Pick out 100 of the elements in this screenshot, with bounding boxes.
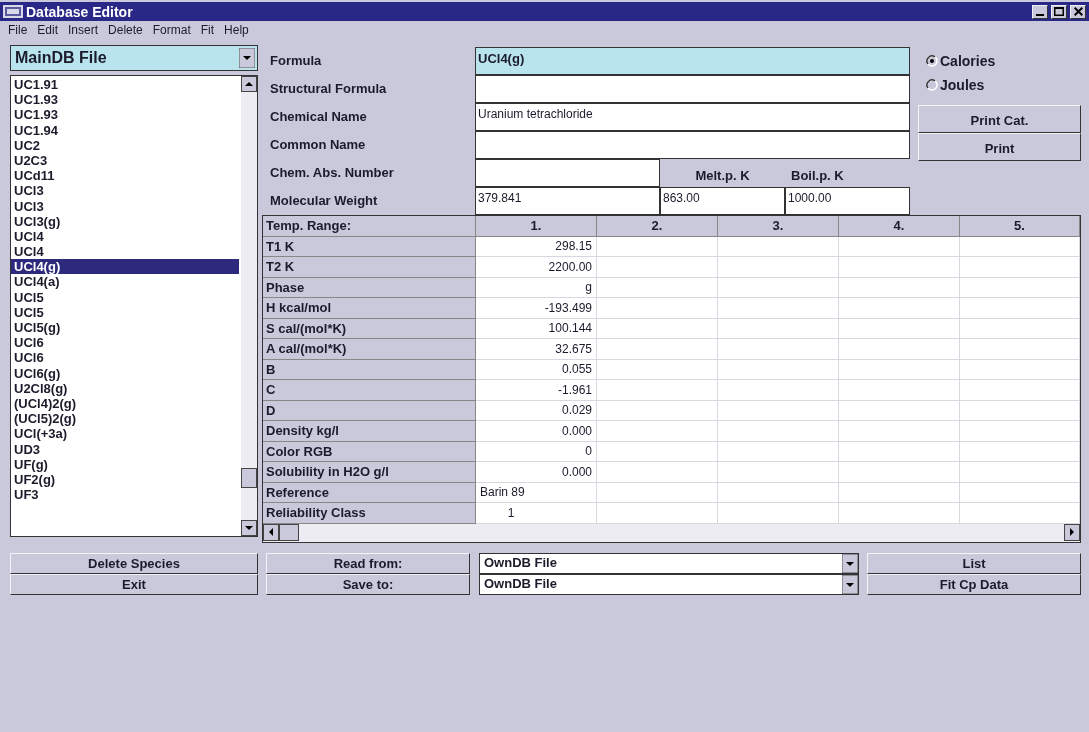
action-button[interactable]: Print Cat.: [918, 105, 1081, 133]
row-header: S cal/(mol*K): [263, 318, 476, 339]
species-item[interactable]: UC1.93: [11, 92, 239, 108]
action-button[interactable]: Print: [918, 133, 1081, 161]
column-header: 2.: [597, 216, 718, 237]
file-dropdown[interactable]: OwnDB File: [479, 573, 859, 595]
species-item[interactable]: UF3: [11, 487, 239, 503]
column-header: Temp. Range:: [263, 216, 476, 237]
species-item[interactable]: UCd11: [11, 168, 239, 184]
species-item[interactable]: UCl5: [11, 289, 239, 305]
table-cell: 0.000: [476, 421, 597, 442]
species-item[interactable]: UCl5(g): [11, 320, 239, 336]
column-header: 3.: [718, 216, 839, 237]
radio-option[interactable]: Calories: [918, 49, 1081, 73]
table-cell: 0: [476, 441, 597, 462]
minimize-icon: [1036, 14, 1044, 16]
dropdown-arrow-icon: [842, 553, 858, 573]
close-button[interactable]: [1070, 4, 1086, 19]
table-cell: 100.144: [476, 318, 597, 339]
text-field[interactable]: [475, 159, 660, 187]
species-item[interactable]: UCl4(g): [11, 259, 239, 275]
species-item[interactable]: UCl6: [11, 350, 239, 366]
menu-item[interactable]: Format: [152, 21, 191, 39]
scrollbar-thumb[interactable]: [241, 468, 257, 488]
maximize-icon: [1054, 7, 1064, 16]
species-item[interactable]: UCl6: [11, 335, 239, 351]
species-item[interactable]: UCl3: [11, 198, 239, 214]
text-field[interactable]: Uranium tetrachloride: [475, 103, 910, 131]
field-label: Structural Formula: [269, 80, 388, 99]
species-item[interactable]: UCl3: [11, 183, 239, 199]
row-header: Solubility in H2O g/l: [263, 462, 476, 483]
text-field[interactable]: [475, 131, 910, 159]
menu-item[interactable]: Insert: [68, 21, 99, 39]
column-header: 1.: [476, 216, 597, 237]
action-button[interactable]: List: [867, 552, 1081, 574]
radio-label: Calories: [940, 51, 996, 71]
table-cell: 32.675: [476, 339, 597, 360]
species-item[interactable]: UC1.91: [11, 77, 239, 93]
menu-item[interactable]: File: [8, 21, 28, 39]
action-button[interactable]: Exit: [10, 574, 258, 595]
maximize-button[interactable]: [1051, 4, 1067, 19]
species-item[interactable]: UCl3(g): [11, 213, 239, 229]
dropdown-value: OwnDB File: [484, 575, 558, 594]
menu-item[interactable]: Fit: [200, 21, 215, 39]
table-cell: 1: [476, 503, 597, 524]
species-item[interactable]: UD3: [11, 441, 239, 457]
species-item[interactable]: UCl4: [11, 228, 239, 245]
window-title: Database Editor: [26, 4, 133, 19]
file-dropdown[interactable]: OwnDB File: [479, 552, 859, 574]
species-item[interactable]: UCl5: [11, 304, 239, 320]
action-button[interactable]: Save to:: [266, 573, 470, 595]
species-item[interactable]: U2C3: [11, 152, 239, 169]
radio-option[interactable]: Joules: [918, 73, 1081, 97]
field-label: Common Name: [269, 136, 367, 155]
row-header: T1 K: [263, 236, 476, 257]
species-item[interactable]: UC1.94: [11, 122, 239, 138]
species-item[interactable]: (UCl5)2(g): [11, 411, 239, 427]
text-field[interactable]: 1000.00: [785, 187, 910, 215]
species-item[interactable]: UCl4(a): [11, 274, 239, 290]
table-cell: -193.499: [476, 298, 597, 319]
text-field[interactable]: UCl4(g): [475, 47, 910, 75]
species-item[interactable]: UC2: [11, 137, 239, 153]
row-header: Density kg/l: [263, 421, 476, 442]
row-header: Phase: [263, 277, 476, 298]
dropdown-arrow-icon: [842, 574, 858, 594]
species-item[interactable]: UCl(+3a): [11, 426, 239, 442]
row-header: Color RGB: [263, 441, 476, 462]
menu-item[interactable]: Edit: [37, 21, 59, 39]
species-item[interactable]: UC1.93: [11, 107, 239, 123]
table-cell: 0.029: [476, 400, 597, 421]
row-header: Reliability Class: [263, 503, 476, 524]
table-cell: 0.000: [476, 462, 597, 483]
text-field[interactable]: 379.841: [475, 187, 660, 215]
dropdown-arrow-icon: [239, 48, 255, 68]
species-item[interactable]: UCl6(g): [11, 365, 239, 381]
minimize-button[interactable]: [1032, 4, 1048, 19]
species-item[interactable]: (UCl4)2(g): [11, 395, 239, 412]
menu-item[interactable]: Delete: [108, 21, 143, 39]
scroll-down-icon: [241, 520, 257, 536]
text-field[interactable]: 863.00: [660, 187, 785, 215]
field-label: Melt.p. K: [695, 166, 750, 185]
dropdown-value: OwnDB File: [484, 554, 558, 573]
scrollbar-thumb[interactable]: [279, 524, 299, 541]
species-item[interactable]: UF2(g): [11, 471, 239, 488]
field-label: Formula: [269, 52, 323, 71]
action-button[interactable]: Fit Cp Data: [867, 573, 1081, 595]
action-button[interactable]: Read from:: [266, 552, 470, 574]
row-header: H kcal/mol: [263, 298, 476, 319]
action-button[interactable]: Delete Species: [10, 553, 258, 574]
species-item[interactable]: UF(g): [11, 456, 239, 472]
row-header: T2 K: [263, 257, 476, 278]
app-icon: [3, 5, 23, 18]
text-field[interactable]: [475, 75, 910, 103]
column-header: 5.: [960, 216, 1080, 237]
menu-item[interactable]: Help: [224, 21, 249, 39]
species-item[interactable]: UCl4: [11, 244, 239, 260]
list-scrollbar[interactable]: [241, 76, 257, 536]
database-dropdown[interactable]: MainDB File: [10, 45, 258, 71]
row-header: A cal/(mol*K): [263, 339, 476, 360]
species-item[interactable]: U2Cl8(g): [11, 380, 239, 396]
